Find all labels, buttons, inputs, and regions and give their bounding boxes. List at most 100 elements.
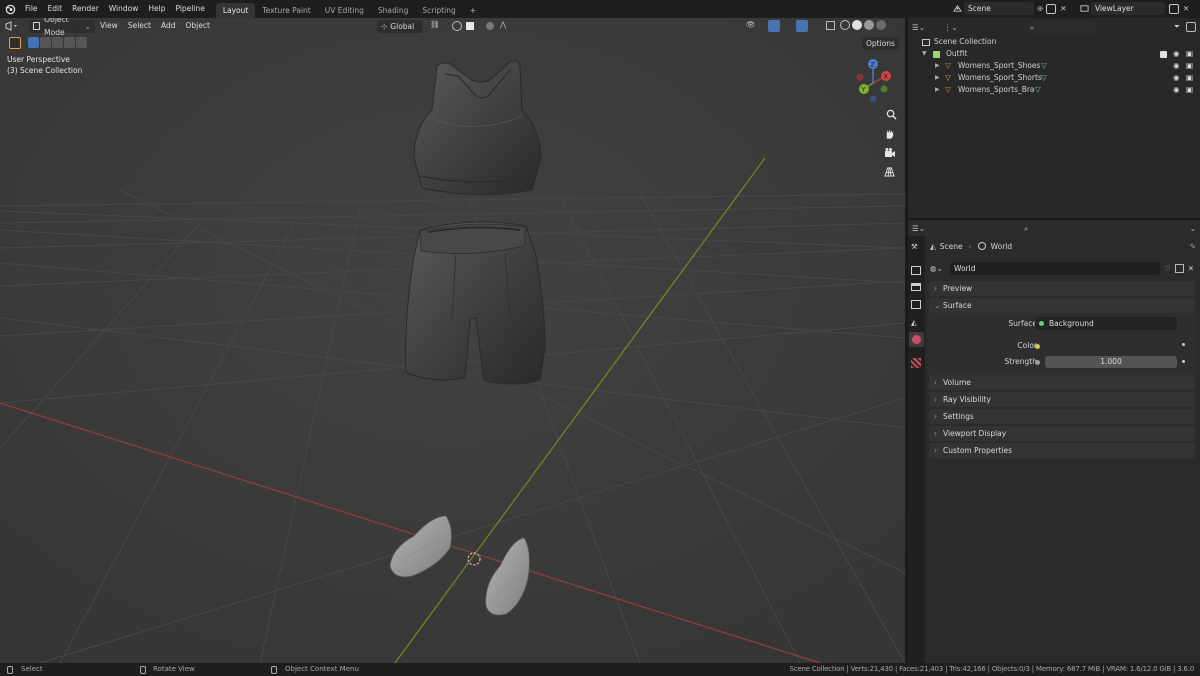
fake-user-icon[interactable]: ♡ [1164,264,1171,273]
transform-orientation-dropdown[interactable]: ⊹ Global [377,20,423,33]
solid-shading-icon[interactable] [852,20,862,30]
snap-icon[interactable] [452,21,462,31]
overlay-toggle-icon[interactable] [796,20,808,32]
color-swatch[interactable] [1045,340,1177,352]
strength-field[interactable]: 1.000 [1035,356,1177,368]
delete-scene-icon[interactable]: ✕ [1060,4,1066,13]
view-layer-tab-icon[interactable] [911,300,921,309]
viewport-menu-view[interactable]: View [95,18,123,34]
tab-layout[interactable]: Layout [215,3,256,18]
panel-custom-properties[interactable]: › Custom Properties [929,443,1195,458]
expand-arrow-icon[interactable]: ▶ [935,72,940,85]
outliner-row-bra[interactable]: ▶ ▽ Womens_Sports_Bra ▽ ◉ ▣ [908,84,1200,97]
scene-icon[interactable] [950,2,964,15]
zoom-icon[interactable] [884,109,898,123]
chevron-down-icon[interactable]: ⌄ [1190,224,1196,233]
expand-arrow-icon[interactable]: ▼ [922,48,927,61]
visibility-icon[interactable]: 👁 [746,20,756,29]
outliner-editor-type-icon[interactable]: ☰⌄ [912,23,934,32]
tab-scripting[interactable]: Scripting [415,3,462,18]
camera-render-icon[interactable]: ▣ [1186,48,1193,61]
tab-uv-editing[interactable]: UV Editing [318,3,371,18]
snap-target-icon[interactable] [466,22,474,30]
new-collection-icon[interactable] [1186,22,1196,32]
scene-name-field[interactable]: Scene [964,2,1034,15]
options-dropdown[interactable]: Options [862,37,899,50]
outliner-row-outfit[interactable]: ▼ Outfit ◉ ▣ [908,48,1200,61]
display-mode-icon[interactable]: ⋮⌄ [944,23,964,32]
filter-icon[interactable]: ⏷ [1174,22,1180,32]
viewport-menu-object[interactable]: Object [180,18,214,34]
tool-tab-icon[interactable]: ⚒ [911,242,918,251]
3d-viewport[interactable]: Object Mode ⌄ View Select Add Object ⊹ G… [0,18,905,663]
navigation-gizmo[interactable]: X Y Z [846,55,902,109]
pin-icon[interactable]: ✎ [1190,242,1196,251]
viewport-menu-select[interactable]: Select [123,18,156,34]
wireframe-shading-icon[interactable] [840,20,850,30]
world-browse-icon[interactable]: ◍⌄ [930,264,948,273]
viewlayer-name-field[interactable]: ViewLayer [1091,2,1165,15]
pin-icon[interactable]: ⊕ [1037,4,1043,13]
camera-render-icon[interactable]: ▣ [1186,72,1193,85]
expand-arrow-icon[interactable]: ▶ [935,84,940,97]
properties-editor-type-icon[interactable]: ☰⌄ [912,224,934,233]
select-invert-icon[interactable] [64,37,75,48]
new-viewlayer-icon[interactable] [1169,3,1179,14]
eye-icon[interactable]: ◉ [1173,48,1180,61]
properties-search-input[interactable]: ⌕ [1020,222,1088,235]
panel-ray-visibility[interactable]: › Ray Visibility [929,392,1195,407]
new-scene-icon[interactable] [1046,3,1057,14]
scene-tab-icon[interactable]: ◭ [911,318,917,327]
menu-window[interactable]: Window [104,0,144,18]
eye-icon[interactable]: ◉ [1173,60,1180,73]
tab-texture-paint[interactable]: Texture Paint [255,3,317,18]
close-icon[interactable]: ✕ [1188,264,1194,273]
panel-preview[interactable]: › Preview [929,281,1195,296]
menu-help[interactable]: Help [143,0,170,18]
select-new-icon[interactable] [28,37,39,48]
select-subtract-icon[interactable] [52,37,63,48]
pivot-icon[interactable]: ⛓ [430,20,440,29]
panel-settings[interactable]: › Settings [929,409,1195,424]
surface-shader-field[interactable]: Background [1035,317,1177,330]
proportional-edit-icon[interactable] [486,22,494,30]
menu-render[interactable]: Render [67,0,104,18]
panel-volume[interactable]: › Volume [929,375,1195,390]
keyframe-dot-icon[interactable] [1182,343,1185,346]
menu-pipeline[interactable]: Pipeline [170,0,209,18]
hand-icon[interactable] [884,128,898,142]
blender-logo-icon[interactable] [0,0,20,18]
menu-edit[interactable]: Edit [43,0,68,18]
eye-icon[interactable]: ◉ [1173,84,1180,97]
rendered-shading-icon[interactable] [876,20,886,30]
select-intersect-icon[interactable] [76,37,87,48]
outliner-row-shoes[interactable]: ▶ ▽ Womens_Sport_Shoes ▽ ◉ ▣ [908,60,1200,73]
select-extend-icon[interactable] [40,37,51,48]
object-mode-dropdown[interactable]: Object Mode ⌄ [29,18,95,37]
strength-value[interactable]: 1.000 [1045,356,1177,368]
delete-viewlayer-icon[interactable]: ✕ [1183,4,1189,13]
camera-icon[interactable] [884,147,898,161]
viewport-menu-add[interactable]: Add [156,18,181,34]
color-field[interactable] [1035,340,1177,352]
panel-surface[interactable]: ⌄ Surface [929,298,1195,313]
outliner-row-shorts[interactable]: ▶ ▽ Womens_Sport_Shorts ▽ ◉ ▣ [908,72,1200,85]
grid-icon[interactable] [884,166,898,180]
texture-tab-icon[interactable] [911,358,921,368]
panel-viewport-display[interactable]: › Viewport Display [929,426,1195,441]
viewlayer-icon[interactable] [1077,2,1091,15]
keyframe-dot-icon[interactable] [1182,360,1185,363]
tool-select-icon[interactable] [9,37,21,49]
expand-arrow-icon[interactable]: ▶ [935,60,940,73]
eye-icon[interactable]: ◉ [1173,72,1180,85]
editor-type-icon[interactable] [5,20,25,33]
material-shading-icon[interactable] [864,20,874,30]
tab-shading[interactable]: Shading [371,3,415,18]
falloff-icon[interactable]: ⋀ [500,20,506,29]
gizmo-toggle-icon[interactable] [768,20,780,32]
outliner-row-scene-collection[interactable]: Scene Collection [908,36,1200,49]
camera-render-icon[interactable]: ▣ [1186,84,1193,97]
exclude-checkbox[interactable] [1160,51,1167,58]
duplicate-icon[interactable] [1174,264,1184,273]
render-tab-icon[interactable] [911,266,921,275]
